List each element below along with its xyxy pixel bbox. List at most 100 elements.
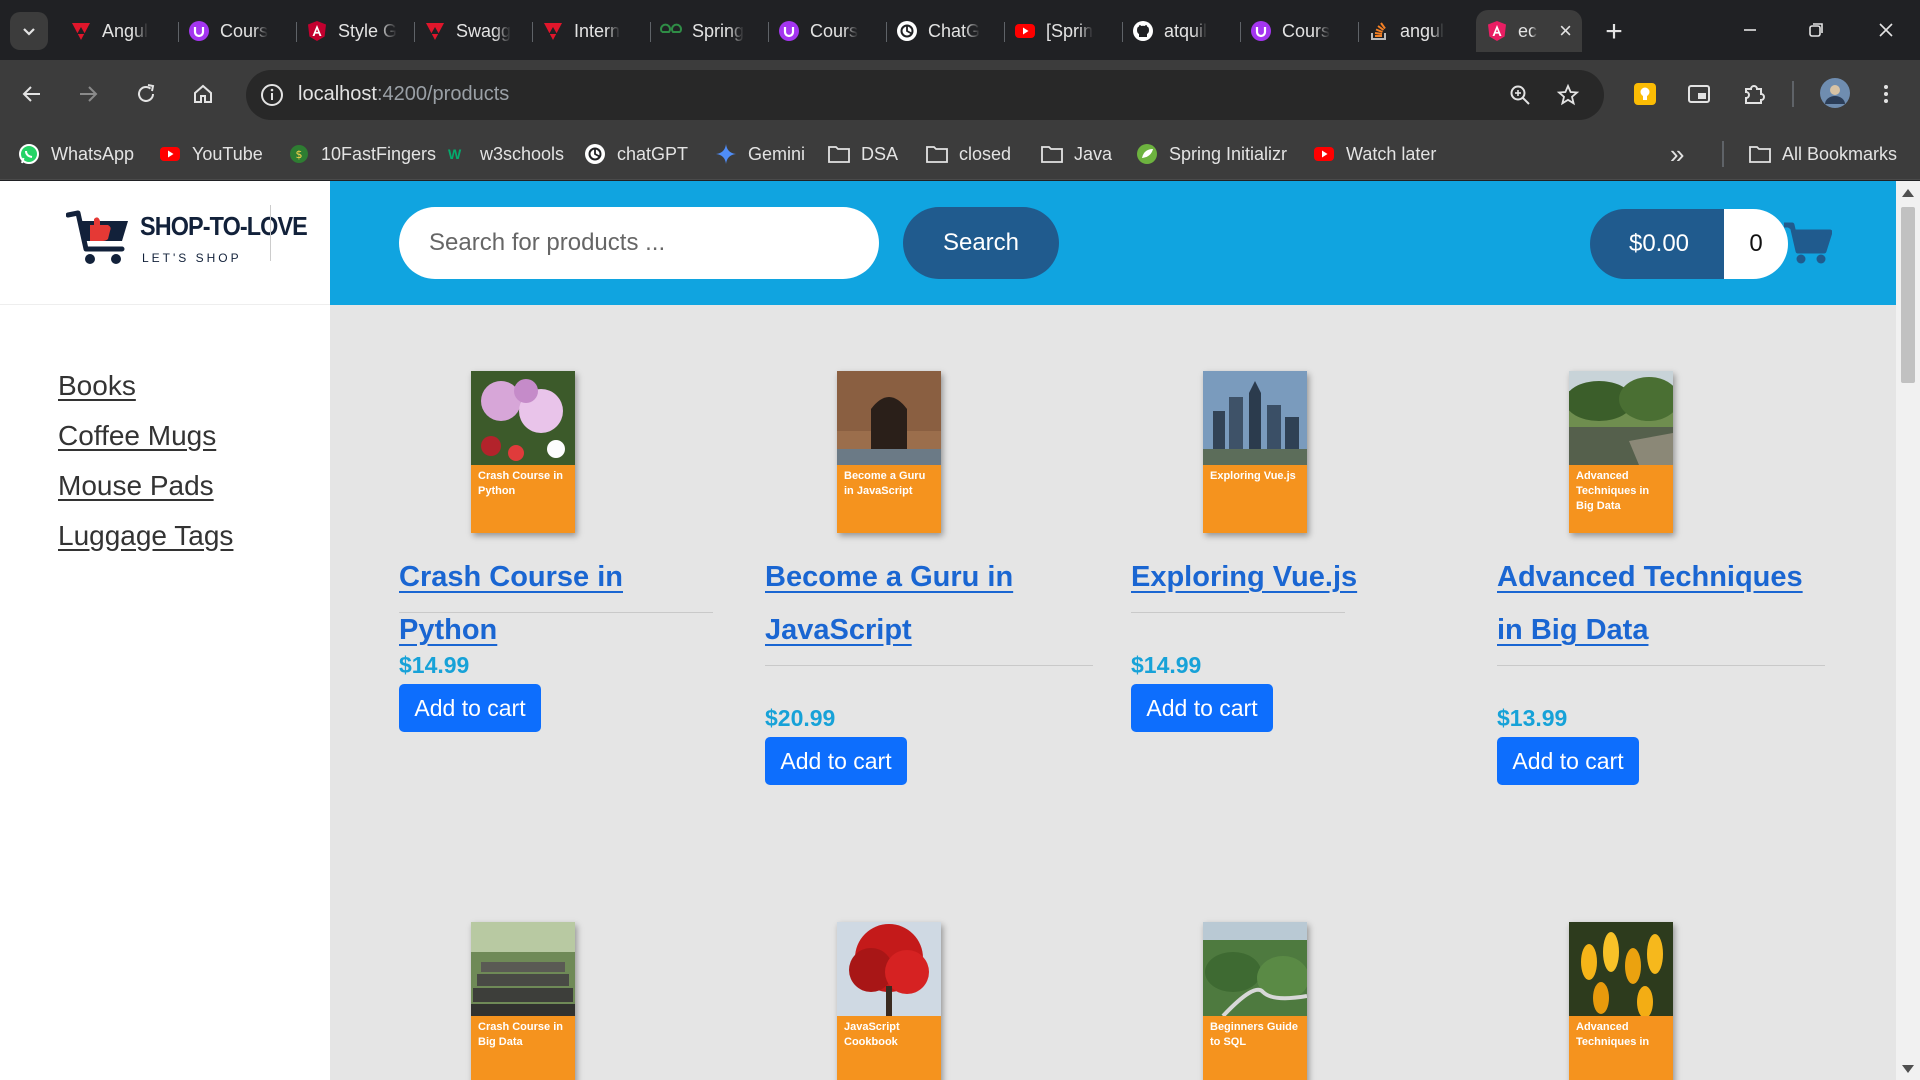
close-window-button[interactable] [1856, 10, 1916, 50]
forward-button[interactable] [70, 76, 106, 112]
cover-title: Crash Course in Python [478, 470, 563, 497]
restore-button[interactable] [1786, 10, 1846, 50]
tab-title: angul [1400, 20, 1445, 41]
scroll-thumb[interactable] [1901, 207, 1915, 383]
browser-tab[interactable]: Spring [650, 10, 768, 52]
product-name-link[interactable]: Crash Course in Python [399, 551, 729, 657]
add-to-cart-button[interactable]: Add to cart [399, 684, 541, 732]
site-info-icon[interactable] [260, 83, 284, 107]
bookmark-item[interactable]: Watch later [1312, 140, 1436, 168]
browser-tab-active[interactable]: ec × [1476, 10, 1582, 52]
close-tab-icon[interactable]: × [1559, 20, 1572, 42]
profile-avatar[interactable] [1818, 76, 1852, 110]
product-cover-image[interactable]: Become a Guru in JavaScript [837, 371, 941, 533]
bookmark-label: Gemini [748, 143, 806, 164]
page-scrollbar[interactable] [1896, 181, 1920, 1080]
bookmark-label: Watch later [1346, 143, 1437, 164]
browser-tab[interactable]: [Sprin [1004, 10, 1122, 52]
bookmark-item[interactable]: Ww3schools [446, 140, 564, 168]
page-viewport: SHOP-TO-LOVE LET'S SHOP Books Coffee Mug… [0, 181, 1920, 1080]
browser-tab[interactable]: Swagg [414, 10, 532, 52]
bookmark-item[interactable]: Java [1040, 140, 1112, 168]
svg-text:W: W [448, 146, 462, 162]
bookmark-item[interactable]: Spring Initializr [1135, 140, 1287, 168]
bookmark-item[interactable]: closed [925, 140, 1011, 168]
browser-tab[interactable]: atquil [1122, 10, 1240, 52]
url-text[interactable]: localhost:4200/products [298, 83, 509, 106]
category-link-luggage-tags[interactable]: Luggage Tags [58, 519, 233, 553]
bookmark-item[interactable]: $10FastFingers [287, 140, 436, 168]
shop-header: Search $0.00 0 [330, 181, 1896, 305]
tabs: Angul Cours Style G Swagg Intern Spring Cours C… [60, 10, 1582, 52]
tab-title: ec [1518, 20, 1538, 41]
tab-title: Intern [574, 20, 621, 41]
scroll-up-arrow[interactable] [1902, 189, 1914, 197]
bookmark-item[interactable]: Gemini [714, 140, 805, 168]
bookmarks-overflow-button[interactable]: » [1670, 139, 1684, 169]
product-cover-image[interactable]: Advanced Techniques in [1569, 922, 1673, 1080]
product-divider [1131, 612, 1345, 613]
browser-tab[interactable]: Style G [296, 10, 414, 52]
bookmark-star-icon[interactable] [1556, 83, 1580, 107]
product-divider [765, 665, 1093, 666]
category-link-mouse-pads[interactable]: Mouse Pads [58, 469, 233, 503]
reload-button[interactable] [128, 76, 164, 112]
bookmarks-separator [1722, 141, 1724, 167]
bookmark-item[interactable]: YouTube [158, 140, 263, 168]
browser-toolbar: localhost:4200/products [0, 60, 1920, 128]
tab-search-button[interactable] [10, 12, 48, 50]
browser-tab[interactable]: Intern [532, 10, 650, 52]
sidebar: SHOP-TO-LOVE LET'S SHOP Books Coffee Mug… [0, 181, 330, 1080]
new-tab-button[interactable]: + [1596, 14, 1632, 50]
add-to-cart-button[interactable]: Add to cart [1131, 684, 1273, 732]
address-bar[interactable]: localhost:4200/products [246, 70, 1604, 120]
add-to-cart-button[interactable]: Add to cart [765, 737, 907, 785]
browser-menu-button[interactable] [1868, 76, 1904, 112]
picture-in-picture-icon[interactable] [1685, 80, 1713, 108]
browser-tab[interactable]: Cours [768, 10, 886, 52]
product-cover-image[interactable]: Crash Course in Python [471, 371, 575, 533]
category-link-coffee-mugs[interactable]: Coffee Mugs [58, 419, 233, 453]
all-bookmarks-button[interactable]: All Bookmarks [1748, 140, 1897, 168]
product-cover-image[interactable]: JavaScript Cookbook [837, 922, 941, 1080]
product-name-link[interactable]: Become a Guru in JavaScript [765, 551, 1095, 657]
add-to-cart-button[interactable]: Add to cart [1497, 737, 1639, 785]
zoom-icon[interactable] [1508, 83, 1532, 107]
angular-icon [1486, 20, 1508, 42]
minimize-button[interactable] [1720, 10, 1780, 50]
scroll-down-arrow[interactable] [1902, 1065, 1914, 1073]
more-vertical-icon [1884, 85, 1888, 103]
product-divider [1497, 665, 1825, 666]
extensions-puzzle-icon[interactable] [1740, 80, 1768, 108]
product-cover-image[interactable]: Beginners Guide to SQL [1203, 922, 1307, 1080]
logo[interactable]: SHOP-TO-LOVE LET'S SHOP [0, 181, 330, 305]
cart-quantity[interactable]: 0 [1724, 209, 1788, 279]
bookmark-item[interactable]: chatGPT [583, 140, 688, 168]
youtube-icon [1312, 142, 1336, 166]
cover-title: JavaScript Cookbook [844, 1021, 900, 1048]
search-input[interactable] [399, 207, 879, 279]
product-cover-image[interactable]: Exploring Vue.js [1203, 371, 1307, 533]
logo-tagline: LET'S SHOP [142, 251, 242, 265]
browser-tab[interactable]: Cours [1240, 10, 1358, 52]
search-button[interactable]: Search [903, 207, 1059, 279]
cart-icon[interactable] [1782, 221, 1832, 265]
back-button[interactable] [14, 76, 50, 112]
category-link-books[interactable]: Books [58, 369, 233, 403]
url-host: localhost [298, 83, 377, 105]
product-cover-image[interactable]: Advanced Techniques in Big Data [1569, 371, 1673, 533]
home-button[interactable] [185, 76, 221, 112]
cart-total[interactable]: $0.00 [1590, 209, 1728, 279]
product-cover-image[interactable]: Crash Course in Big Data [471, 922, 575, 1080]
browser-tab[interactable]: angul [1358, 10, 1476, 52]
chevron-down-icon [23, 28, 35, 36]
bookmark-item[interactable]: WhatsApp [17, 140, 134, 168]
browser-tab[interactable]: ChatG [886, 10, 1004, 52]
product-name-link[interactable]: Advanced Techniques in Big Data [1497, 551, 1827, 657]
bookmark-label: 10FastFingers [321, 143, 437, 164]
bookmark-item[interactable]: DSA [827, 140, 898, 168]
browser-tab[interactable]: Angul [60, 10, 178, 52]
extension-keep-icon[interactable] [1631, 80, 1659, 108]
browser-tab[interactable]: Cours [178, 10, 296, 52]
product-name-link[interactable]: Exploring Vue.js [1131, 551, 1461, 604]
